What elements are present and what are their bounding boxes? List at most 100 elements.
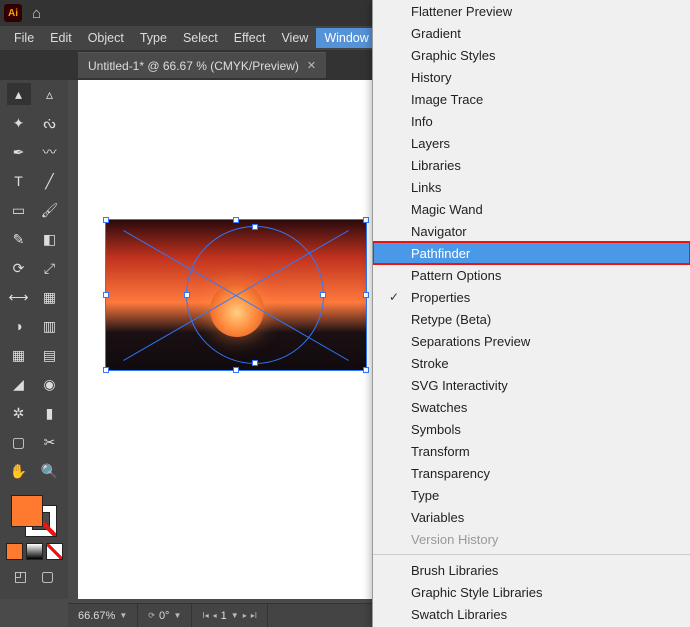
- eraser-tool[interactable]: ◧: [38, 228, 62, 250]
- shaper-tool[interactable]: ✎: [7, 228, 31, 250]
- menu-item-transform[interactable]: Transform: [373, 440, 690, 462]
- rotation[interactable]: ⟳0°▼: [138, 604, 192, 627]
- color-mode-none[interactable]: [46, 543, 63, 560]
- zoom-tool[interactable]: 🔍: [38, 460, 62, 482]
- gradient-tool[interactable]: ▤: [38, 344, 62, 366]
- menu-item-transparency[interactable]: Transparency: [373, 462, 690, 484]
- menu-item-info[interactable]: Info: [373, 110, 690, 132]
- menu-item-gradient[interactable]: Gradient: [373, 22, 690, 44]
- menu-item-links[interactable]: Links: [373, 176, 690, 198]
- free-transform-tool[interactable]: ▦: [38, 286, 62, 308]
- artboard[interactable]: [78, 80, 373, 599]
- menu-select[interactable]: Select: [175, 28, 226, 48]
- handle-icon[interactable]: [363, 367, 369, 373]
- menu-item-libraries[interactable]: Libraries: [373, 154, 690, 176]
- menu-separator: [373, 554, 690, 555]
- screen-mode-icon[interactable]: ▢: [36, 565, 60, 587]
- width-tool[interactable]: ⟷: [7, 286, 31, 308]
- menu-file[interactable]: File: [6, 28, 42, 48]
- handle-icon[interactable]: [103, 367, 109, 373]
- menu-item-magic-wand[interactable]: Magic Wand: [373, 198, 690, 220]
- next-icon[interactable]: ▸: [243, 611, 247, 620]
- menu-item-type[interactable]: Type: [373, 484, 690, 506]
- menu-view[interactable]: View: [273, 28, 316, 48]
- menu-item-layers[interactable]: Layers: [373, 132, 690, 154]
- handle-icon[interactable]: [320, 292, 326, 298]
- scale-tool[interactable]: ⤢: [38, 257, 62, 279]
- menu-item-retype-beta-[interactable]: Retype (Beta): [373, 308, 690, 330]
- document-tab[interactable]: Untitled-1* @ 66.67 % (CMYK/Preview) ✕: [78, 52, 326, 78]
- artboard-nav[interactable]: I◂◂1▼▸▸I: [192, 604, 268, 627]
- menu-item-graphic-styles[interactable]: Graphic Styles: [373, 44, 690, 66]
- menu-item-pathfinder[interactable]: Pathfinder: [373, 242, 690, 264]
- chevron-down-icon: ▼: [231, 611, 239, 620]
- line-tool[interactable]: ╱: [38, 170, 62, 192]
- menu-item-version-history: Version History: [373, 528, 690, 550]
- graph-tool[interactable]: ▮: [38, 402, 62, 424]
- handle-icon[interactable]: [233, 217, 239, 223]
- artboard-tool[interactable]: ▢: [7, 431, 31, 453]
- selection-tool[interactable]: ▴: [7, 83, 31, 105]
- menu-item-history[interactable]: History: [373, 66, 690, 88]
- last-icon[interactable]: ▸I: [251, 611, 257, 620]
- handle-icon[interactable]: [233, 367, 239, 373]
- slice-tool[interactable]: ✂: [38, 431, 62, 453]
- menu-type[interactable]: Type: [132, 28, 175, 48]
- symbol-sprayer-tool[interactable]: ✲: [7, 402, 31, 424]
- menu-item-swatch-libraries[interactable]: Swatch Libraries: [373, 603, 690, 625]
- color-mode-fill[interactable]: [6, 543, 23, 560]
- handle-icon[interactable]: [103, 292, 109, 298]
- paintbrush-tool[interactable]: 🖌: [38, 199, 62, 221]
- ellipse-path[interactable]: [186, 226, 324, 364]
- blend-tool[interactable]: ◉: [38, 373, 62, 395]
- prev-icon[interactable]: ◂: [213, 611, 217, 620]
- first-icon[interactable]: I◂: [202, 611, 208, 620]
- menu-item-stroke[interactable]: Stroke: [373, 352, 690, 374]
- home-icon[interactable]: ⌂: [32, 5, 41, 22]
- menu-window[interactable]: Window: [316, 28, 376, 48]
- handle-icon[interactable]: [363, 217, 369, 223]
- rotate-tool[interactable]: ⟳: [7, 257, 31, 279]
- lasso-tool[interactable]: ᔔ: [38, 112, 62, 134]
- menu-item-separations-preview[interactable]: Separations Preview: [373, 330, 690, 352]
- menu-item-pattern-options[interactable]: Pattern Options: [373, 264, 690, 286]
- menu-edit[interactable]: Edit: [42, 28, 80, 48]
- selection-bounding-box[interactable]: [105, 219, 367, 371]
- shape-builder-tool[interactable]: ◑: [7, 315, 31, 337]
- curvature-tool[interactable]: 〰: [38, 141, 62, 163]
- zoom-level[interactable]: 66.67%▼: [68, 604, 138, 627]
- menu-item-properties[interactable]: Properties: [373, 286, 690, 308]
- fill-stroke-swatch[interactable]: [9, 493, 59, 539]
- handle-icon[interactable]: [252, 224, 258, 230]
- type-tool[interactable]: T: [7, 170, 31, 192]
- handle-icon[interactable]: [103, 217, 109, 223]
- menu-effect[interactable]: Effect: [226, 28, 274, 48]
- hand-tool[interactable]: ✋: [7, 460, 31, 482]
- direct-selection-tool[interactable]: ▵: [38, 83, 62, 105]
- handle-icon[interactable]: [252, 360, 258, 366]
- draw-mode-icon[interactable]: ◰: [9, 565, 33, 587]
- menu-item-image-trace[interactable]: Image Trace: [373, 88, 690, 110]
- menu-item-graphic-style-libraries[interactable]: Graphic Style Libraries: [373, 581, 690, 603]
- perspective-tool[interactable]: ▥: [38, 315, 62, 337]
- menu-item-swatches[interactable]: Swatches: [373, 396, 690, 418]
- handle-icon[interactable]: [184, 292, 190, 298]
- menu-item-svg-interactivity[interactable]: SVG Interactivity: [373, 374, 690, 396]
- eyedropper-tool[interactable]: ◢: [7, 373, 31, 395]
- mesh-tool[interactable]: ▦: [7, 344, 31, 366]
- menu-item-symbols[interactable]: Symbols: [373, 418, 690, 440]
- color-mode-gradient[interactable]: [26, 543, 43, 560]
- menu-item-brush-libraries[interactable]: Brush Libraries: [373, 559, 690, 581]
- toolbox: ▴ ▵ ✦ ᔔ ✒ 〰 T ╱ ▭ 🖌 ✎ ◧ ⟳ ⤢ ⟷ ▦ ◑ ▥ ▦ ▤ ◢ ◉ ✲ ▮ ▢ ✂ ✋…: [0, 80, 68, 599]
- pen-tool[interactable]: ✒: [7, 141, 31, 163]
- handle-icon[interactable]: [363, 292, 369, 298]
- menu-item-flattener-preview[interactable]: Flattener Preview: [373, 0, 690, 22]
- fill-swatch[interactable]: [11, 495, 43, 527]
- close-tab-icon[interactable]: ✕: [307, 59, 316, 72]
- menu-item-variables[interactable]: Variables: [373, 506, 690, 528]
- menu-object[interactable]: Object: [80, 28, 132, 48]
- rectangle-tool[interactable]: ▭: [7, 199, 31, 221]
- magic-wand-tool[interactable]: ✦: [7, 112, 31, 134]
- menu-item-navigator[interactable]: Navigator: [373, 220, 690, 242]
- window-menu-dropdown[interactable]: Flattener PreviewGradientGraphic StylesH…: [372, 0, 690, 627]
